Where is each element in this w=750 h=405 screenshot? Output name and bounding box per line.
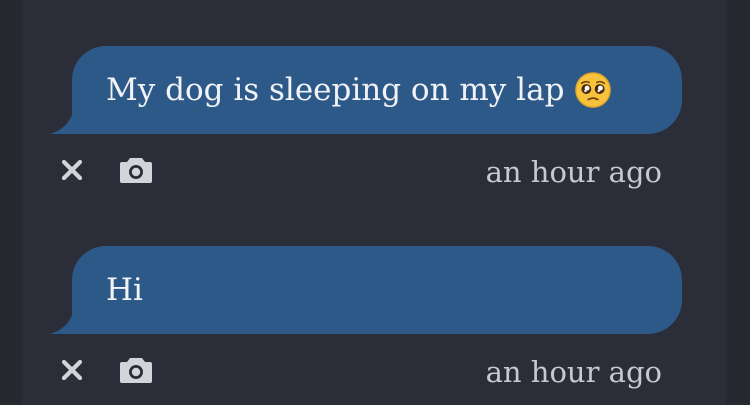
- message-actions: an hour ago: [0, 150, 750, 190]
- message-actions: an hour ago: [0, 350, 750, 390]
- message-text: Hi: [106, 272, 143, 308]
- right-gutter: [726, 0, 750, 405]
- photo-button[interactable]: [118, 353, 154, 387]
- close-icon: [61, 159, 83, 181]
- camera-icon: [120, 158, 152, 183]
- delete-button[interactable]: [58, 356, 86, 384]
- message-bubble: My dog is sleeping on my lap: [72, 46, 682, 134]
- camera-icon: [120, 358, 152, 383]
- message-timestamp: an hour ago: [485, 355, 662, 389]
- pleading-face-emoji: [575, 72, 612, 108]
- close-icon: [61, 359, 83, 381]
- message-timestamp: an hour ago: [485, 155, 662, 189]
- delete-button[interactable]: [58, 156, 86, 184]
- message-text: My dog is sleeping on my lap: [106, 72, 565, 108]
- message-bubble: Hi: [72, 246, 682, 334]
- chat-view: My dog is sleeping on my lap an hour ago…: [0, 0, 750, 405]
- photo-button[interactable]: [118, 153, 154, 187]
- left-gutter: [0, 0, 22, 405]
